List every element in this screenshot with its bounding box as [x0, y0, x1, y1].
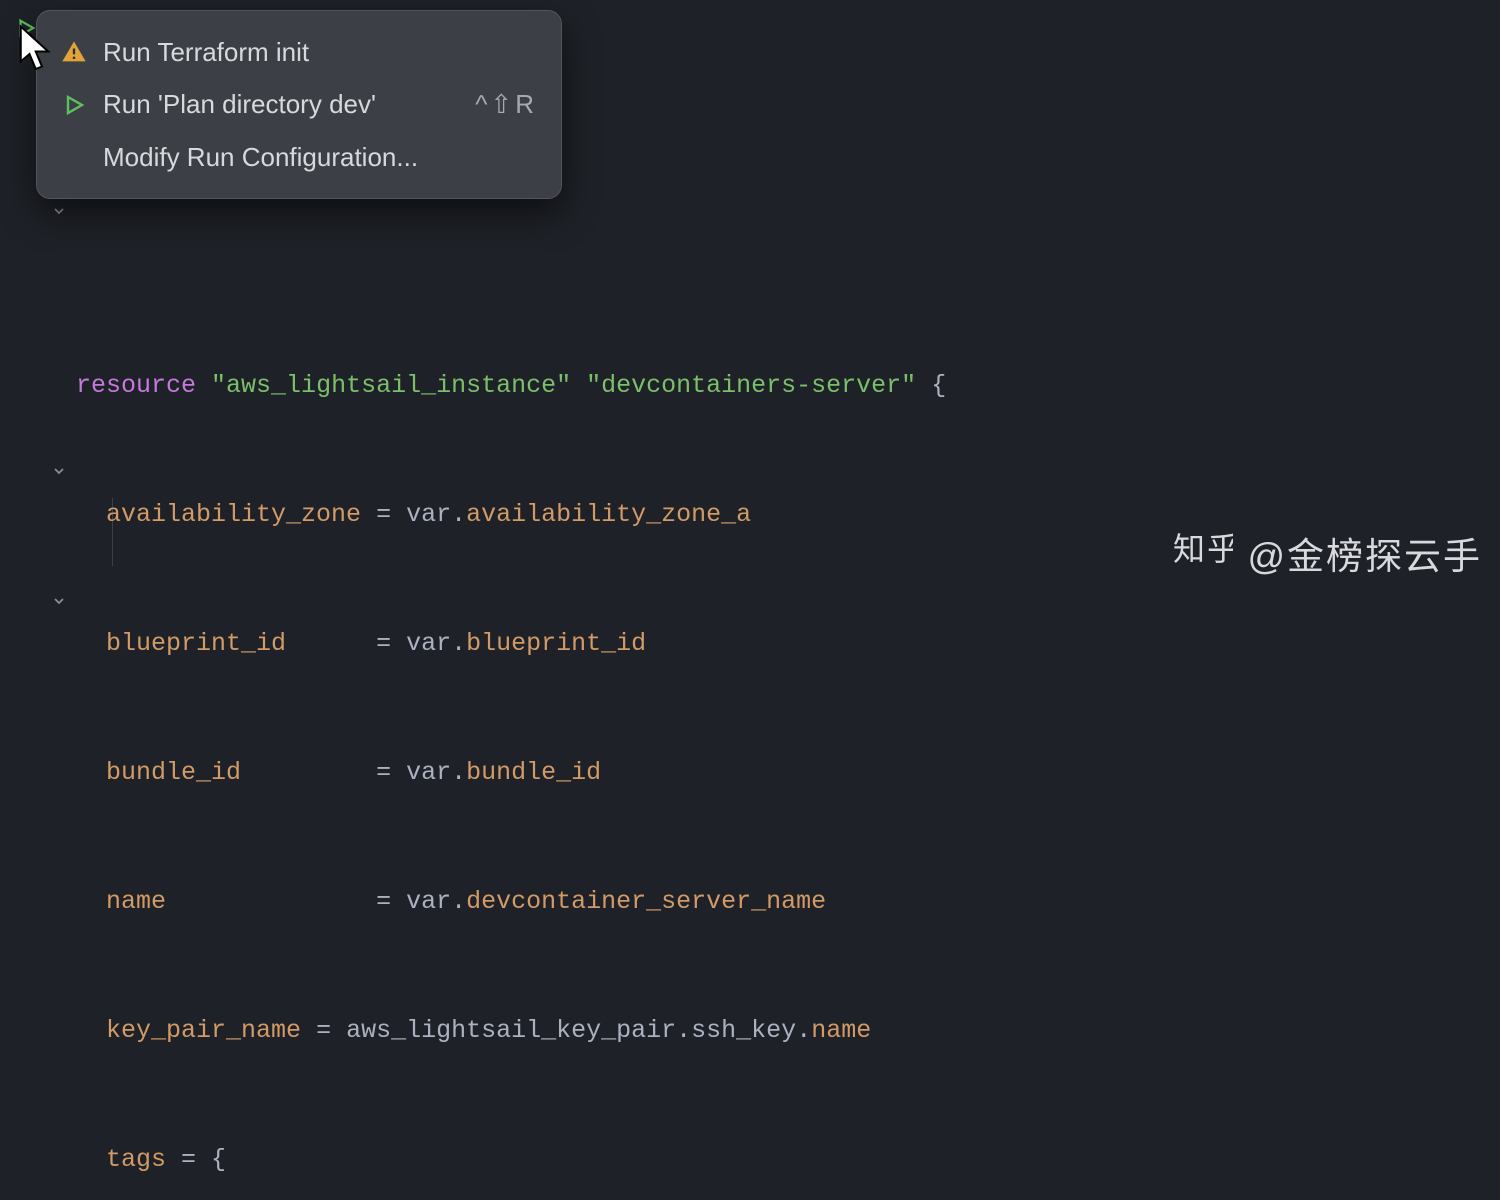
- fold-chevron-icon[interactable]: [48, 200, 70, 222]
- watermark: 知乎 @金榜探云手: [1173, 526, 1482, 580]
- menu-item-shortcut: ^⇧R: [475, 86, 537, 122]
- code-line: name = var.devcontainer_server_name: [76, 880, 1500, 923]
- code-line: key_pair_name = aws_lightsail_key_pair.s…: [76, 1009, 1500, 1052]
- zhihu-logo-icon: 知乎: [1173, 530, 1233, 577]
- menu-item-modify-run-config[interactable]: Modify Run Configuration...: [37, 131, 561, 183]
- play-icon: [59, 90, 89, 120]
- menu-item-label: Run Terraform init: [103, 34, 537, 70]
- watermark-handle: @金榜探云手: [1247, 526, 1482, 580]
- menu-item-label: Run 'Plan directory dev': [103, 86, 461, 122]
- context-menu: Run Terraform init Run 'Plan directory d…: [36, 10, 562, 199]
- code-line: tags = {: [76, 1138, 1500, 1181]
- code-line: resource "aws_lightsail_instance" "devco…: [76, 364, 1500, 407]
- svg-text:知乎: 知乎: [1173, 531, 1233, 567]
- menu-item-run-plan[interactable]: Run 'Plan directory dev' ^⇧R: [37, 78, 561, 130]
- menu-item-label: Modify Run Configuration...: [103, 139, 537, 175]
- menu-item-run-terraform-init[interactable]: Run Terraform init: [37, 26, 561, 78]
- code-line: blueprint_id = var.blueprint_id: [76, 622, 1500, 665]
- fold-chevron-icon[interactable]: [48, 460, 70, 482]
- mouse-cursor-icon: [16, 24, 58, 82]
- code-line: bundle_id = var.bundle_id: [76, 751, 1500, 794]
- warning-icon: [59, 37, 89, 67]
- fold-chevron-icon[interactable]: [48, 590, 70, 612]
- empty-icon: [59, 142, 89, 172]
